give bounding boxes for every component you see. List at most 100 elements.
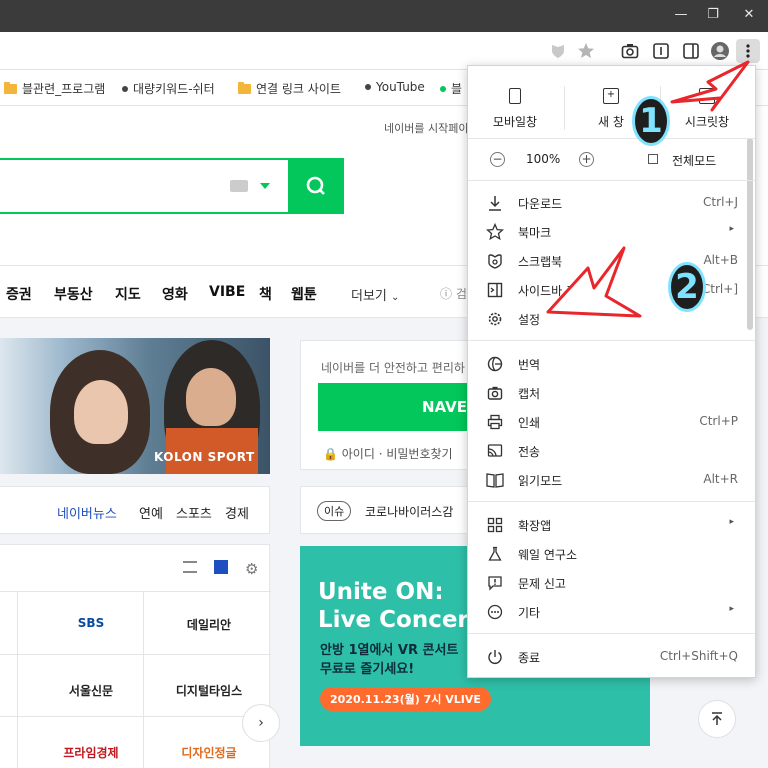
menu-item-settings[interactable]: 설정 xyxy=(468,306,748,332)
login-links: 🔒 아이디 · 비밀번호찾기 xyxy=(323,447,453,461)
folder-icon xyxy=(238,81,251,94)
nav-item[interactable]: 영화 xyxy=(162,284,188,304)
star-icon[interactable] xyxy=(574,39,598,63)
minimize-button[interactable]: — xyxy=(664,0,698,28)
keyboard-icon[interactable] xyxy=(230,180,248,192)
issue-card[interactable]: 이슈 코로나바이러스감 xyxy=(300,486,480,534)
submenu-arrow-icon: ▸ xyxy=(729,517,734,527)
power-icon xyxy=(486,648,504,666)
search-button[interactable] xyxy=(288,158,344,214)
next-page-button[interactable]: › xyxy=(242,704,280,742)
ad-subtitle: 안방 1열에서 VR 콘서트 무료로 즐기세요! xyxy=(320,643,459,677)
menu-item-download[interactable]: 다운로드 Ctrl+J xyxy=(468,190,748,216)
ad-date-pill: 2020.11.23(월) 7시 VLIVE xyxy=(320,687,491,711)
press-logo[interactable]: 프라임경제 xyxy=(39,744,143,761)
menu-item-quit[interactable]: 종료 Ctrl+Shift+Q xyxy=(468,644,748,670)
press-logo[interactable]: 서울신문 xyxy=(39,682,143,699)
dropdown-arrow-icon[interactable] xyxy=(260,183,270,189)
bullet-icon xyxy=(365,84,371,90)
menu-item-sidebar[interactable]: 사이드바 표시 Ctrl+] xyxy=(468,277,748,303)
menu-item-print[interactable]: 인쇄 Ctrl+P xyxy=(468,409,748,435)
press-logo[interactable]: 디자인정글 xyxy=(149,744,269,761)
scroll-top-button[interactable] xyxy=(698,700,736,738)
zoom-out-button[interactable]: − xyxy=(490,152,505,167)
fullscreen-button[interactable]: 전체모드 xyxy=(672,152,716,169)
news-tabs: 네이버뉴스 연예 스포츠 경제 xyxy=(0,486,270,534)
nav-item[interactable]: 책 xyxy=(259,284,272,304)
ad-banner[interactable]: KOLON SPORT xyxy=(0,338,270,474)
nav-item[interactable]: VIBE xyxy=(209,284,245,300)
zoom-in-button[interactable]: + xyxy=(579,152,594,167)
press-logo[interactable]: 디지털타임스 xyxy=(149,682,269,699)
tab-sports[interactable]: 스포츠 xyxy=(176,503,212,522)
nav-item[interactable]: 웹툰 xyxy=(291,284,317,304)
tab-naver-news[interactable]: 네이버뉴스 xyxy=(57,503,117,522)
annotation-badge-1: 1 xyxy=(632,96,670,146)
profile-avatar-icon[interactable] xyxy=(708,39,732,63)
chevron-down-icon: ⌄ xyxy=(391,292,400,303)
arrow-up-icon xyxy=(712,712,722,725)
model-face xyxy=(186,368,236,426)
submenu-arrow-icon: ▸ xyxy=(729,604,734,614)
bookmark-folder[interactable]: 연결 링크 사이트 xyxy=(238,80,341,97)
bookmark-folder[interactable]: 블관련_프로그램 xyxy=(4,80,105,97)
menu-item-translate[interactable]: 번역 xyxy=(468,351,748,377)
grid-view-icon[interactable] xyxy=(214,560,228,574)
sidebar-icon[interactable] xyxy=(679,39,703,63)
menu-kebab-icon[interactable] xyxy=(736,39,760,63)
secret-window-button[interactable]: 시크릿창 xyxy=(662,86,752,146)
zoom-row: − 100% + 전체모드 xyxy=(468,148,755,180)
model-face xyxy=(74,380,128,444)
nav-item[interactable]: 부동산 xyxy=(54,284,93,304)
close-button[interactable]: ✕ xyxy=(732,0,766,28)
menu-item-report[interactable]: 문제 신고 xyxy=(468,570,748,596)
submenu-arrow-icon: ▸ xyxy=(729,224,734,234)
camera-icon xyxy=(486,384,504,402)
maximize-button[interactable]: ❐ xyxy=(696,0,730,28)
press-logo[interactable]: 데일리안 xyxy=(149,616,269,633)
login-button[interactable]: NAVE xyxy=(318,383,488,431)
find-id-link[interactable]: 아이디 xyxy=(342,447,375,461)
gear-icon[interactable]: ⚙ xyxy=(245,560,258,578)
menu-item-whale-lab[interactable]: 웨일 연구소 xyxy=(468,541,748,567)
press-grid: SBS 데일리안 서울신문 디지털타임스 프라임경제 디자인정글 xyxy=(0,591,271,768)
annotation-badge-2: 2 xyxy=(668,262,706,312)
list-view-icon[interactable] xyxy=(183,561,197,573)
press-logo[interactable]: SBS xyxy=(39,616,143,630)
secret-window-icon xyxy=(699,88,715,104)
reader-icon[interactable] xyxy=(649,39,673,63)
star-icon xyxy=(486,223,504,241)
issue-badge: 이슈 xyxy=(317,501,352,521)
bullet-icon xyxy=(440,85,446,92)
nav-tail: ⓘ 검 xyxy=(440,287,467,301)
more-menu[interactable]: 더보기 ⌄ xyxy=(351,285,399,304)
menu-item-extensions[interactable]: 확장앱 ▸ xyxy=(468,512,748,538)
search-box[interactable] xyxy=(0,158,344,214)
bookmark-item[interactable]: 블 xyxy=(440,80,462,97)
menu-item-capture[interactable]: 캡처 xyxy=(468,380,748,406)
scrapbook-icon xyxy=(486,252,504,270)
shield-icon[interactable] xyxy=(546,39,570,63)
find-password-link[interactable]: 비밀번호찾기 xyxy=(386,447,452,461)
menu-item-more[interactable]: 기타 ▸ xyxy=(468,599,748,625)
menu-item-scrapbook[interactable]: 스크랩북 Alt+B xyxy=(468,248,748,274)
gear-icon xyxy=(486,310,504,328)
report-icon xyxy=(486,574,504,592)
menu-item-reader-mode[interactable]: 읽기모드 Alt+R xyxy=(468,467,748,493)
menu-item-cast[interactable]: 전송 xyxy=(468,438,748,464)
bookmark-item[interactable]: 대량키워드-쉬터 xyxy=(122,80,215,97)
set-homepage-link[interactable]: 네이버를 시작페이 xyxy=(384,120,468,136)
browser-main-menu: 모바일창 + 새 창 시크릿창 − 100% + 전체모드 다운로드 Ctrl+… xyxy=(467,65,756,678)
nav-item[interactable]: 지도 xyxy=(115,284,141,304)
tab-entertainment[interactable]: 연예 xyxy=(139,503,163,522)
camera-icon[interactable] xyxy=(618,39,642,63)
tab-economy[interactable]: 경제 xyxy=(225,503,249,522)
bookmark-item[interactable]: YouTube xyxy=(365,80,425,94)
menu-item-bookmark[interactable]: 북마크 ▸ xyxy=(468,219,748,245)
nav-item[interactable]: 증권 xyxy=(6,284,32,304)
download-icon xyxy=(486,194,504,212)
issue-text: 코로나바이러스감 xyxy=(365,505,454,519)
mobile-window-button[interactable]: 모바일창 xyxy=(470,86,560,146)
sidebar-icon xyxy=(486,281,504,299)
folder-icon xyxy=(4,81,17,94)
